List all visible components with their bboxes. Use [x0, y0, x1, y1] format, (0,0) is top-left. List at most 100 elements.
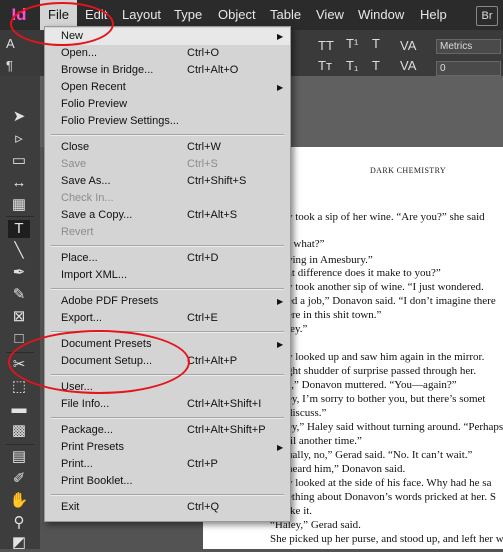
eyedropper-tool-icon[interactable]: ✐ — [8, 470, 30, 488]
menu-item-save-copy[interactable]: Save a Copy... Ctrl+Alt+S — [45, 207, 290, 224]
menu-item-check-in: Check In... — [45, 190, 290, 207]
menu-item-revert: Revert — [45, 224, 290, 241]
text-line: at difference does it make to you?” — [287, 267, 441, 279]
submenu-arrow-icon: ▶ — [277, 83, 284, 92]
content-collector-icon[interactable]: ▦ — [8, 196, 30, 214]
menu-item-close[interactable]: Close Ctrl+W — [45, 139, 290, 156]
tracking-icon: VA — [400, 58, 417, 73]
submenu-arrow-icon: ▶ — [277, 443, 284, 452]
menu-item-file-info[interactable]: File Info... Ctrl+Alt+Shift+I — [45, 396, 290, 413]
menu-item-shortcut: Ctrl+D — [187, 252, 219, 264]
gap-tool-icon[interactable]: ↔ — [8, 174, 30, 192]
menu-item-pdf-presets[interactable]: Adobe PDF Presets ▶ — [45, 293, 290, 310]
menu-item-shortcut: Ctrl+W — [187, 141, 221, 153]
menu-window[interactable]: Window — [358, 0, 404, 30]
text-line: y looked up and saw him again in the mir… — [287, 351, 485, 363]
annotation-circle-file — [10, 2, 114, 46]
text-line: y took a sip of her wine. “Are you?” she… — [287, 211, 485, 223]
menu-view[interactable]: View — [316, 0, 344, 30]
menu-item-label: Save — [61, 158, 87, 170]
superscript-icon[interactable]: T¹ — [346, 36, 358, 51]
paragraph-formatting-icon[interactable]: ¶ — [6, 58, 13, 73]
text-line: ed a job,” Donavon said. “I don’t imagin… — [287, 295, 496, 307]
menu-item-label: Open... — [61, 47, 98, 59]
menu-item-label: Print... — [61, 458, 93, 470]
menu-item-shortcut: Ctrl+Alt+Shift+P — [187, 424, 266, 436]
menu-item-label: Print Booklet... — [61, 475, 133, 487]
direct-selection-icon[interactable]: ▹ — [8, 130, 30, 148]
menu-item-shortcut: Ctrl+Alt+S — [187, 209, 238, 221]
pen-tool-icon[interactable]: ✒ — [8, 264, 30, 282]
page-tool-icon[interactable]: ▭ — [8, 152, 30, 170]
line-tool-icon[interactable]: ╲ — [8, 242, 30, 260]
menu-item-folio-preview[interactable]: Folio Preview — [45, 96, 290, 113]
menu-item-open[interactable]: Open... Ctrl+O — [45, 45, 290, 62]
fill-stroke-icon[interactable]: ◩ — [8, 534, 30, 552]
pencil-tool-icon[interactable]: ✎ — [8, 286, 30, 304]
char-formatting-icon[interactable]: A — [6, 36, 15, 51]
menu-separator — [51, 494, 284, 496]
menu-item-label: Check In... — [61, 192, 114, 204]
menu-item-label: Adobe PDF Presets — [61, 295, 159, 307]
selection-tool-icon[interactable]: ➤ — [8, 108, 30, 126]
text-line: ey,” Haley said without turning around. … — [287, 421, 503, 433]
submenu-arrow-icon: ▶ — [277, 32, 284, 41]
menu-item-save-as[interactable]: Save As... Ctrl+Shift+S — [45, 173, 290, 190]
menu-item-label: Export... — [61, 312, 102, 324]
menu-item-print-presets[interactable]: Print Presets ▶ — [45, 439, 290, 456]
kerning-icon: VA — [400, 38, 417, 53]
menu-item-exit[interactable]: Exit Ctrl+Q — [45, 499, 290, 516]
menu-item-shortcut: Ctrl+Alt+O — [187, 64, 239, 76]
menu-item-label: File Info... — [61, 398, 110, 410]
gradient-swatch-icon[interactable]: ▬ — [8, 400, 30, 418]
menu-item-print-booklet[interactable]: Print Booklet... — [45, 473, 290, 490]
rectangle-frame-icon[interactable]: ⊠ — [8, 308, 30, 326]
text-line: y looked at the side of his face. Why ha… — [287, 477, 492, 489]
text-line: til another time.” — [287, 435, 362, 447]
annotation-circle-document-setup — [8, 330, 190, 394]
menu-item-import-xml[interactable]: Import XML... — [45, 267, 290, 284]
type-tool-icon[interactable]: T — [8, 220, 30, 238]
menu-item-shortcut: Ctrl+S — [187, 158, 218, 170]
menu-item-place[interactable]: Place... Ctrl+D — [45, 250, 290, 267]
menu-separator — [51, 417, 284, 419]
menu-item-folio-settings[interactable]: Folio Preview Settings... — [45, 113, 290, 130]
strikethrough-icon[interactable]: T — [372, 58, 380, 73]
tool-divider — [6, 216, 34, 217]
page-running-head: DARK CHEMISTRY — [370, 166, 447, 175]
text-line: I what?” — [287, 238, 325, 250]
menu-item-label: Print Presets — [61, 441, 124, 453]
menu-item-label: Import XML... — [61, 269, 128, 281]
bridge-button[interactable]: Br — [476, 6, 498, 26]
menu-item-package[interactable]: Package... Ctrl+Alt+Shift+P — [45, 422, 290, 439]
underline-icon[interactable]: T — [372, 36, 380, 51]
text-line: discuss.” — [287, 407, 327, 419]
text-line: s,” Donavon muttered. “You—again?” — [287, 379, 457, 391]
menu-item-shortcut: Ctrl+O — [187, 47, 220, 59]
menu-item-label: Close — [61, 141, 90, 153]
menu-item-label: Folio Preview — [61, 98, 128, 110]
menu-item-label: Exit — [61, 501, 80, 513]
hand-tool-icon[interactable]: ✋ — [8, 492, 30, 510]
menu-item-export[interactable]: Export... Ctrl+E — [45, 310, 290, 327]
file-menu: New ▶ Open... Ctrl+O Browse in Bridge... Ct… — [44, 26, 291, 522]
menu-item-shortcut: Ctrl+Shift+S — [187, 175, 247, 187]
menu-item-open-recent[interactable]: Open Recent ▶ — [45, 79, 290, 96]
menu-item-shortcut: Ctrl+Alt+Shift+I — [187, 398, 262, 410]
subscript-icon[interactable]: T₁ — [346, 58, 358, 73]
menu-help[interactable]: Help — [420, 0, 447, 30]
menu-separator — [51, 288, 284, 290]
kerning-field[interactable]: Metrics — [436, 39, 501, 54]
all-caps-icon[interactable]: TT — [318, 38, 334, 53]
menu-item-label: Save As... — [61, 175, 111, 187]
text-line: ght shudder of surprise passed through h… — [287, 365, 477, 377]
gradient-feather-icon[interactable]: ▩ — [8, 422, 30, 440]
menu-item-print[interactable]: Print... Ctrl+P — [45, 456, 290, 473]
small-caps-icon[interactable]: Tᴛ — [318, 58, 332, 73]
text-line: She picked up her purse, and stood up, a… — [270, 533, 503, 545]
note-tool-icon[interactable]: ▤ — [8, 448, 30, 466]
zoom-tool-icon[interactable]: ⚲ — [8, 514, 30, 532]
menu-item-browse-bridge[interactable]: Browse in Bridge... Ctrl+Alt+O — [45, 62, 290, 79]
submenu-arrow-icon: ▶ — [277, 297, 284, 306]
tracking-field[interactable]: 0 — [436, 61, 501, 76]
